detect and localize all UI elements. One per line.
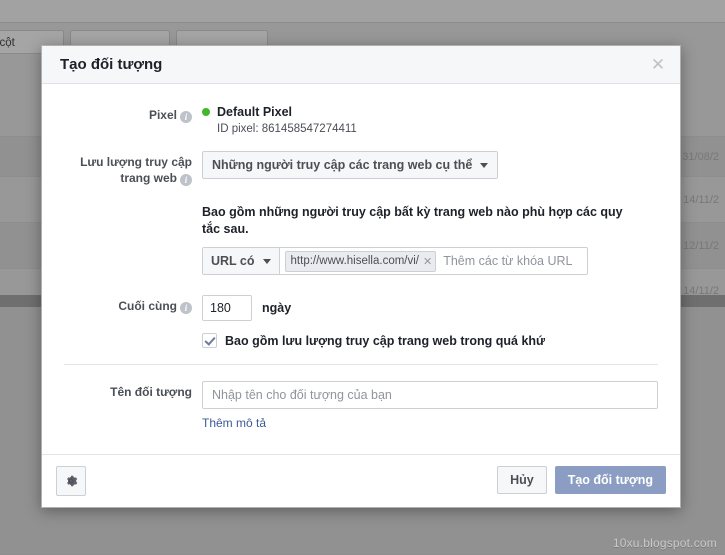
section-divider xyxy=(64,364,658,365)
audience-name-label: Tên đối tượng xyxy=(110,385,192,399)
pixel-id: ID pixel: 861458547274411 xyxy=(217,123,357,135)
info-icon[interactable]: i xyxy=(180,302,192,314)
duration-row: Cuối cùngi ngày Bao gồm lưu lượng truy c… xyxy=(42,295,680,348)
background-row-date: 31/08/2 xyxy=(682,150,719,163)
url-keywords-input[interactable]: http://www.hisella.com/vi/ ✕ Thêm các từ… xyxy=(280,248,587,274)
url-rule-field: Bao gồm những người truy cập bất kỳ tran… xyxy=(202,204,680,275)
pixel-field: Default Pixel ID pixel: 861458547274411 xyxy=(202,104,680,135)
create-audience-dialog: Tạo đối tượng ✕ Pixel i Default Pixel ID … xyxy=(41,45,681,508)
duration-input-line: ngày xyxy=(202,295,658,321)
rule-description: Bao gồm những người truy cập bất kỳ tran… xyxy=(202,205,623,236)
traffic-type-selected-value: Những người truy cập các trang web cụ th… xyxy=(212,158,473,172)
url-rule-spacer xyxy=(42,204,202,207)
close-icon[interactable]: ✕ xyxy=(648,55,668,75)
pixel-label: Pixel xyxy=(148,108,177,122)
past-traffic-checkbox-label: Bao gồm lưu lượng truy cập trang web tro… xyxy=(225,333,546,348)
website-traffic-label-line1: Lưu lượng truy cập xyxy=(80,155,192,169)
watermark: 10xu.blogspot.com xyxy=(612,536,717,550)
status-dot-icon xyxy=(202,108,210,116)
chevron-down-icon xyxy=(262,258,271,264)
duration-label-wrap: Cuối cùng i xyxy=(42,295,202,314)
url-rule-control: URL có http://www.hisella.com/vi/ ✕ Thêm… xyxy=(202,247,588,275)
website-traffic-field: Những người truy cập các trang web cụ th… xyxy=(202,151,680,179)
pixel-status-line: Default Pixel xyxy=(202,104,658,120)
info-icon[interactable]: i xyxy=(180,174,192,186)
background-topbar xyxy=(0,0,725,23)
chevron-down-icon xyxy=(480,162,489,168)
pixel-name: Default Pixel xyxy=(217,105,293,119)
audience-name-field: Thêm mô tả xyxy=(202,381,680,430)
url-operator-select[interactable]: URL có xyxy=(203,248,280,274)
remove-token-icon[interactable]: ✕ xyxy=(423,255,432,268)
url-operator-value: URL có xyxy=(211,254,255,268)
website-traffic-label-line2: trang web xyxy=(120,171,177,185)
website-traffic-row: Lưu lượng truy cập trang web i Những ngườ… xyxy=(42,151,680,186)
past-traffic-checkbox-line: Bao gồm lưu lượng truy cập trang web tro… xyxy=(202,333,658,348)
add-description-link[interactable]: Thêm mô tả xyxy=(202,416,266,430)
traffic-type-select[interactable]: Những người truy cập các trang web cụ th… xyxy=(202,151,499,179)
footer-actions: Hủy Tạo đối tượng xyxy=(497,466,666,494)
background-row-date: 12/11/2 xyxy=(683,239,719,252)
duration-label: Cuối cùng xyxy=(118,299,177,313)
create-audience-button[interactable]: Tạo đối tượng xyxy=(554,466,666,494)
dialog-title: Tạo đối tượng xyxy=(60,56,163,73)
pixel-row: Pixel i Default Pixel ID pixel: 861458547… xyxy=(42,104,680,135)
audience-name-input[interactable] xyxy=(202,381,658,409)
duration-field: ngày Bao gồm lưu lượng truy cập trang we… xyxy=(202,295,680,348)
cancel-button[interactable]: Hủy xyxy=(497,466,547,494)
url-token-label: http://www.hisella.com/vi/ xyxy=(290,255,419,267)
info-icon[interactable]: i xyxy=(180,111,192,123)
pixel-label-wrap: Pixel i xyxy=(42,104,202,123)
dialog-body: Pixel i Default Pixel ID pixel: 861458547… xyxy=(42,84,680,454)
background-row-date: 14/11/2 xyxy=(683,193,719,206)
url-token[interactable]: http://www.hisella.com/vi/ ✕ xyxy=(284,250,437,272)
url-keywords-placeholder: Thêm các từ khóa URL xyxy=(443,254,573,268)
duration-days-input[interactable] xyxy=(202,295,252,321)
past-traffic-checkbox[interactable] xyxy=(202,333,217,348)
dialog-header: Tạo đối tượng ✕ xyxy=(42,46,680,84)
gear-icon[interactable] xyxy=(56,466,86,496)
dialog-footer: Hủy Tạo đối tượng xyxy=(42,454,680,507)
duration-unit-label: ngày xyxy=(262,301,292,315)
website-traffic-label-wrap: Lưu lượng truy cập trang web i xyxy=(42,151,202,186)
audience-name-row: Tên đối tượng Thêm mô tả xyxy=(42,381,680,430)
url-rule-row: Bao gồm những người truy cập bất kỳ tran… xyxy=(42,204,680,275)
